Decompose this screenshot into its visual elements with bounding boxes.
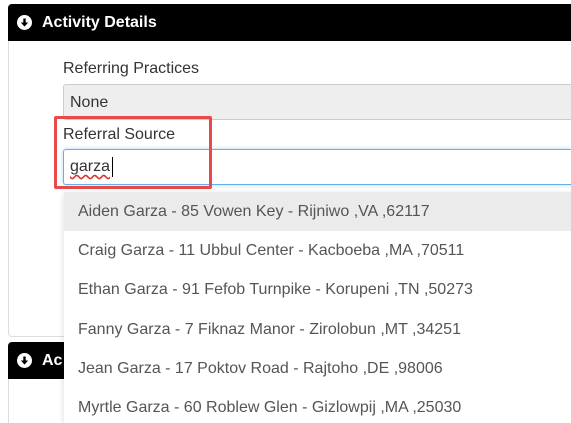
suggestion-item[interactable]: Myrtle Garza - 60 Roblew Glen - Gizlowpi…: [64, 388, 571, 423]
referring-practices-select[interactable]: None: [63, 84, 571, 120]
arrow-down-circle-icon[interactable]: [17, 353, 32, 368]
referral-source-suggestions: Aiden Garza - 85 Vowen Key - Rijniwo ,VA…: [64, 192, 571, 423]
suggestion-item[interactable]: Craig Garza - 11 Ubbul Center - Kacboeba…: [64, 231, 571, 270]
text-caret: [112, 157, 113, 177]
suggestion-item[interactable]: Fanny Garza - 7 Fiknaz Manor - Zirolobun…: [64, 310, 571, 349]
referring-practices-value: None: [70, 94, 109, 111]
arrow-down-circle-icon[interactable]: [17, 15, 32, 30]
referral-source-label: Referral Source: [63, 126, 176, 143]
referring-practices-label: Referring Practices: [63, 60, 200, 77]
suggestion-item[interactable]: Aiden Garza - 85 Vowen Key - Rijniwo ,VA…: [64, 192, 571, 232]
activity-details-header[interactable]: Activity Details: [8, 4, 571, 41]
suggestion-item[interactable]: Ethan Garza - 91 Fefob Turnpike - Korupe…: [64, 271, 571, 310]
suggestion-item[interactable]: Jean Garza - 17 Poktov Road - Rajtoho ,D…: [64, 349, 571, 388]
referral-source-input[interactable]: [63, 149, 571, 185]
section-title: Ac: [42, 351, 63, 369]
section-title: Activity Details: [42, 13, 157, 31]
